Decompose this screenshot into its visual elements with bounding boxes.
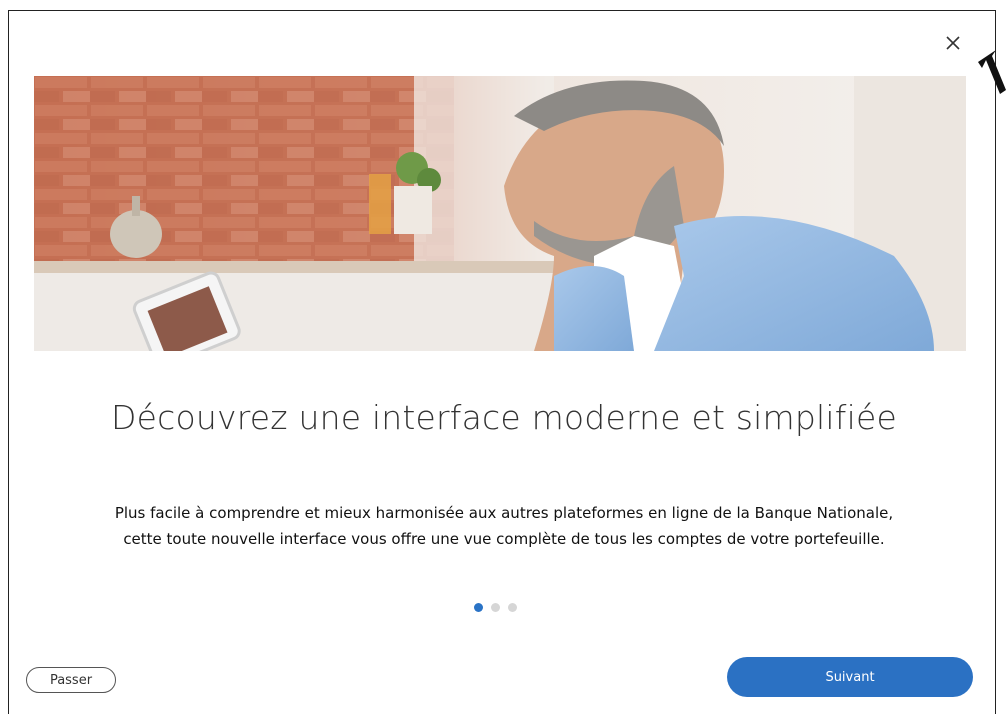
close-icon xyxy=(946,36,960,50)
pagination-dots xyxy=(474,603,517,613)
dialog-description: Plus facile à comprendre et mieux harmon… xyxy=(114,504,894,548)
skip-button[interactable]: Passer xyxy=(26,667,116,693)
pagination-dot-2[interactable] xyxy=(491,603,500,612)
hero-image xyxy=(34,76,966,351)
next-button[interactable]: Suivant xyxy=(727,657,973,697)
pagination-dot-3[interactable] xyxy=(508,603,517,612)
pagination-dot-1[interactable] xyxy=(474,603,483,612)
dialog-title: Découvrez une interface moderne et simpl… xyxy=(111,398,897,437)
close-button[interactable] xyxy=(938,28,968,58)
pointer-arrow-icon xyxy=(978,50,1006,94)
